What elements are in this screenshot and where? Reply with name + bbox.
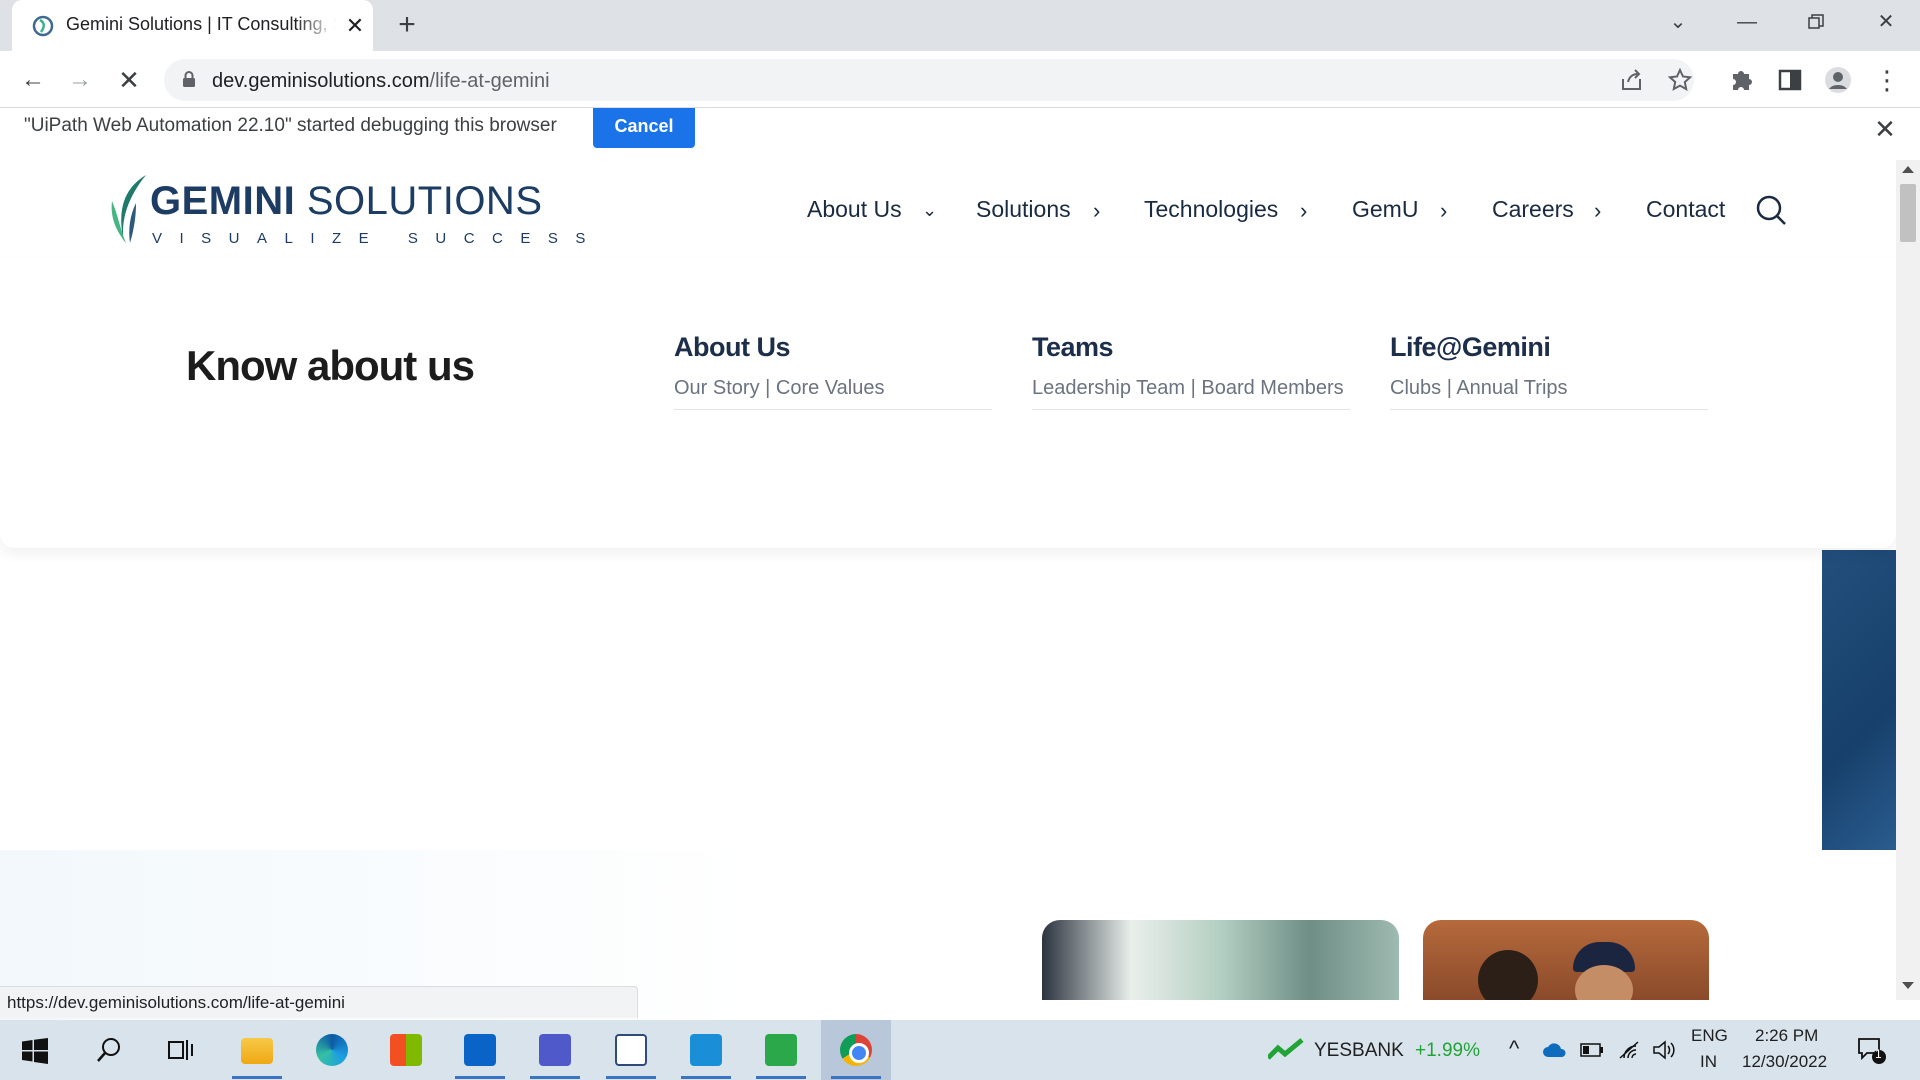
site-favicon-icon [32,15,54,37]
chevron-right-icon[interactable]: › [1594,198,1601,224]
menu-column-teams[interactable]: Teams Leadership Team | Board Members [1032,332,1350,410]
uipath-studio-icon[interactable] [671,1020,741,1080]
tab-search-icon[interactable]: ⌄ [1648,0,1708,45]
debugging-infobar: "UiPath Web Automation 22.10" started de… [0,107,1920,161]
web-page: GEMINI SOLUTIONS VISUALIZE SUCCESS About… [0,160,1896,1020]
onedrive-icon[interactable] [1542,1042,1568,1058]
nav-solutions[interactable]: Solutions [976,196,1071,223]
windows-taskbar: YESBANK +1.99% ^ ENG IN 2:26 PM 12/30/20… [0,1020,1920,1080]
restore-button[interactable] [1786,0,1846,45]
infobar-close-icon[interactable]: ✕ [1870,114,1900,144]
wifi-icon[interactable] [1618,1040,1642,1060]
site-header: GEMINI SOLUTIONS VISUALIZE SUCCESS About… [0,160,1896,261]
logo-wordmark: GEMINI SOLUTIONS [150,179,543,223]
active-indicator [606,1076,656,1079]
nav-contact[interactable]: Contact [1646,196,1725,223]
back-arrow-icon[interactable]: ← [16,63,50,97]
tab-strip: Gemini Solutions | IT Consulting, Softwa… [0,0,1920,51]
chevron-right-icon[interactable]: › [1300,198,1307,224]
file-explorer-icon[interactable] [222,1020,292,1080]
search-icon[interactable] [1755,194,1787,226]
bookmark-star-icon[interactable] [1668,68,1692,92]
stop-loading-icon[interactable]: ✕ [112,63,146,97]
chevron-right-icon[interactable]: › [1093,198,1100,224]
scrollbar-thumb[interactable] [1900,184,1916,242]
active-indicator [530,1076,580,1079]
windows-logo-icon [22,1038,48,1064]
menu-column-links[interactable]: Our Story | Core Values [674,377,884,400]
leaf-logo-icon [111,175,146,243]
team-photo-office [1042,920,1399,1000]
edge-browser-icon[interactable] [297,1020,367,1080]
stock-name[interactable]: YESBANK [1314,1040,1404,1062]
about-us-mega-menu: Know about us About Us Our Story | Core … [0,260,1896,548]
stock-change[interactable]: +1.99% [1415,1040,1480,1062]
nav-technologies[interactable]: Technologies [1144,196,1278,223]
teams-icon[interactable] [520,1020,590,1080]
store-icon[interactable] [371,1020,441,1080]
nav-careers[interactable]: Careers [1492,196,1574,223]
menu-column-title[interactable]: About Us [674,332,790,363]
menu-column-title[interactable]: Teams [1032,332,1114,363]
language-indicator-top[interactable]: ENG [1691,1026,1728,1046]
extensions-puzzle-icon[interactable] [1727,65,1757,95]
stock-trend-icon[interactable] [1268,1038,1304,1060]
nav-about-us[interactable]: About Us [807,196,902,223]
minimize-button[interactable]: — [1717,0,1777,45]
tab-title: Gemini Solutions | IT Consulting, Softwa… [66,14,336,34]
notification-icon[interactable] [1857,1037,1887,1065]
lock-icon [183,71,195,87]
status-bar-url: https://dev.geminisolutions.com/life-at-… [0,986,638,1018]
tab-close-icon[interactable]: ✕ [340,11,370,41]
scroll-down-arrow-icon[interactable] [1902,982,1914,989]
share-icon[interactable] [1620,69,1644,91]
url-text: dev.geminisolutions.com/life-at-gemini [212,70,550,92]
profile-avatar-icon[interactable] [1823,65,1853,95]
chevron-right-icon[interactable]: › [1440,198,1447,224]
active-indicator [756,1076,806,1079]
menu-column-title[interactable]: Life@Gemini [1390,332,1551,363]
start-button[interactable] [0,1020,70,1080]
forward-arrow-icon[interactable]: → [63,63,97,97]
menu-column-about-us[interactable]: About Us Our Story | Core Values [674,332,992,410]
nav-gemu[interactable]: GemU [1352,196,1418,223]
notification-count: 1 [1875,1047,1882,1061]
mega-menu-heading: Know about us [186,342,475,389]
active-indicator [232,1076,282,1079]
volume-icon[interactable] [1652,1040,1676,1060]
browser-tab[interactable]: Gemini Solutions | IT Consulting, Softwa… [12,0,373,51]
uipath-assistant-icon[interactable] [596,1020,666,1080]
tray-chevron-up-icon[interactable]: ^ [1509,1036,1519,1062]
gemini-logo[interactable]: GEMINI SOLUTIONS VISUALIZE SUCCESS [108,173,585,253]
active-indicator [831,1076,881,1079]
active-indicator [455,1076,505,1079]
outlook-icon[interactable] [445,1020,515,1080]
language-indicator-bottom[interactable]: IN [1700,1052,1717,1072]
side-panel-icon[interactable] [1775,65,1805,95]
chevron-down-icon[interactable]: ⌄ [922,200,937,221]
logo-tagline: VISUALIZE SUCCESS [152,230,603,247]
infobar-message: "UiPath Web Automation 22.10" started de… [24,115,557,136]
clock-time[interactable]: 2:26 PM [1755,1026,1818,1046]
clock-date[interactable]: 12/30/2022 [1742,1052,1827,1072]
address-bar[interactable]: dev.geminisolutions.com/life-at-gemini [164,59,1694,101]
active-indicator [681,1076,731,1079]
search-taskbar-icon[interactable] [73,1020,143,1080]
task-view-icon[interactable] [145,1020,215,1080]
scroll-up-arrow-icon[interactable] [1902,166,1914,173]
menu-column-life-at-gemini[interactable]: Life@Gemini Clubs | Annual Trips [1390,332,1708,410]
close-window-button[interactable]: ✕ [1856,0,1916,45]
menu-column-links[interactable]: Leadership Team | Board Members [1032,377,1344,400]
blue-side-panel [1822,550,1896,850]
team-photo-people [1423,920,1709,1000]
chrome-browser-icon[interactable] [821,1020,891,1080]
new-tab-button[interactable]: + [390,8,424,42]
battery-icon[interactable] [1580,1042,1604,1058]
uipath-robot-icon[interactable] [746,1020,816,1080]
browser-toolbar: ← → ✕ dev.geminisolutions.com/life-at-ge… [0,51,1920,107]
menu-column-links[interactable]: Clubs | Annual Trips [1390,377,1568,400]
page-scrollbar[interactable] [1896,160,1920,1000]
menu-kebab-icon[interactable]: ⋮ [1870,63,1904,97]
cancel-button[interactable]: Cancel [593,108,695,148]
